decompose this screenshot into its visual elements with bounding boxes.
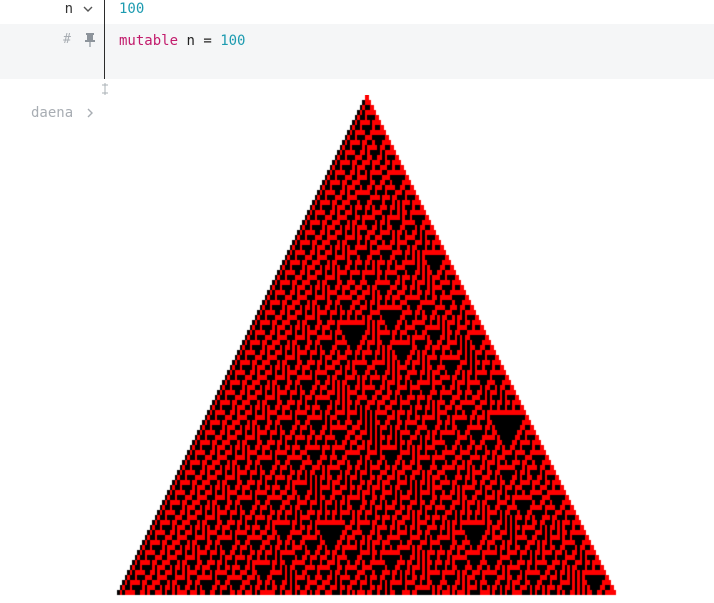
notebook-page: n 100 # mutable n = 100 <box>0 0 714 603</box>
code-operator: = <box>203 33 212 49</box>
pin-icon[interactable] <box>83 31 97 49</box>
automaton-canvas <box>0 95 714 603</box>
cell-drag-handle-icon[interactable] <box>99 82 111 96</box>
hash-icon[interactable]: # <box>60 31 74 49</box>
code-number: 100 <box>220 33 246 49</box>
code-editor[interactable] <box>0 24 714 79</box>
cell-output-value: 100 <box>119 1 145 17</box>
cell-daena-output <box>0 95 714 603</box>
code-identifier: n <box>186 33 195 49</box>
code-keyword: mutable <box>119 33 179 49</box>
cell-focus-bar <box>104 0 105 79</box>
cell-output-row: n 100 <box>0 0 714 24</box>
chevron-down-icon[interactable] <box>80 0 96 18</box>
code-line[interactable]: mutable n = 100 <box>119 32 246 50</box>
cell-n: n 100 # mutable n = 100 <box>0 0 714 79</box>
cell-name-label[interactable]: n <box>65 0 73 18</box>
